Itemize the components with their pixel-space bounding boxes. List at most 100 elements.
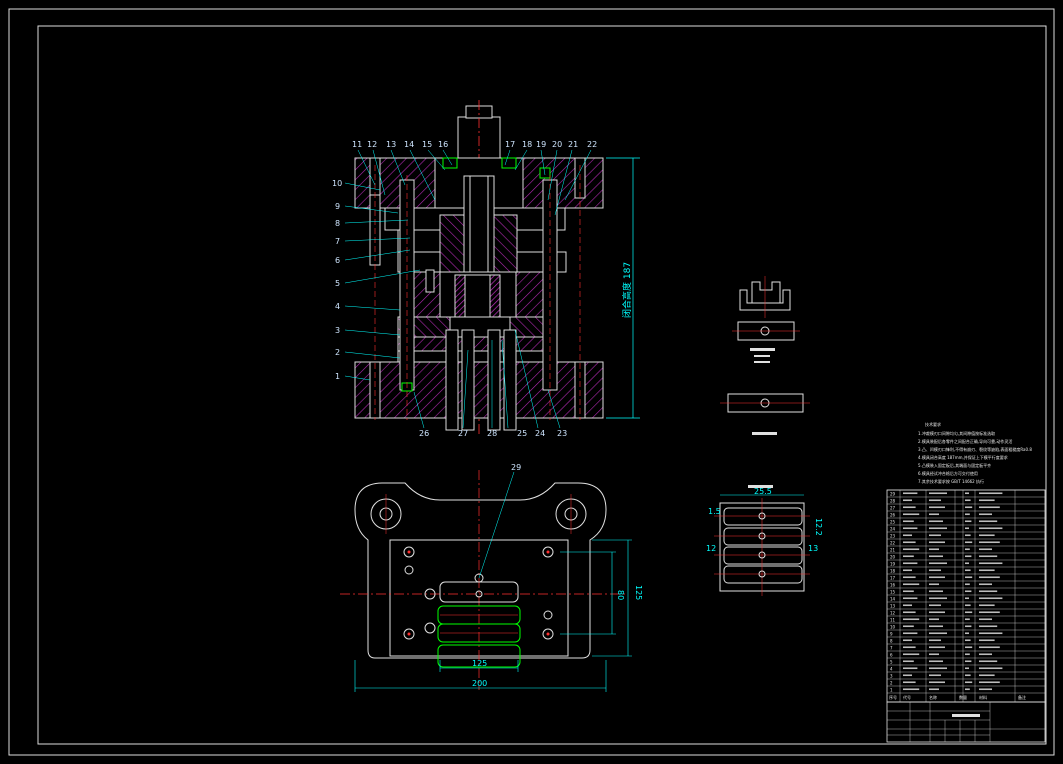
svg-text:13: 13 xyxy=(386,140,396,149)
bom-cell-text xyxy=(929,590,943,593)
svg-text:26: 26 xyxy=(419,429,429,438)
bom-cell-text xyxy=(903,562,918,565)
bom-cell-text xyxy=(929,660,943,663)
closed-height-dim: 闭合高度 187 xyxy=(621,262,633,318)
bom-cell-text xyxy=(965,576,973,579)
bom-cell-text xyxy=(979,639,995,642)
bom-cell-text xyxy=(965,555,972,558)
bom-cell-text xyxy=(965,562,969,565)
bom-cell-text xyxy=(979,576,1000,579)
bom-cell-text xyxy=(903,597,918,600)
strip-left-dim: 1.5 xyxy=(708,507,721,516)
strip-left-b-dim: 12 xyxy=(706,544,716,553)
bom-cell-text xyxy=(903,499,912,502)
svg-text:技术要求: 技术要求 xyxy=(925,421,941,427)
bom-cell-text xyxy=(979,611,1000,614)
bom-row-number: 14 xyxy=(890,596,896,601)
bom-cell-text xyxy=(903,520,914,523)
bom-cell-text xyxy=(965,513,970,516)
bom-cell-text xyxy=(979,688,992,691)
bom-cell-text xyxy=(903,506,916,509)
bom-cell-text xyxy=(979,513,992,516)
bom-row-number: 20 xyxy=(890,554,896,559)
bom-row-number: 9 xyxy=(890,631,893,636)
bom-cell-text xyxy=(903,632,918,635)
bom-cell-text xyxy=(903,527,918,530)
bom-cell-text xyxy=(979,520,998,523)
svg-text:14: 14 xyxy=(404,140,414,149)
svg-text:27: 27 xyxy=(458,429,468,438)
plan-view: 29 200 125 125 80 xyxy=(340,463,643,692)
bom-row-number: 6 xyxy=(890,652,893,657)
bom-cell-text xyxy=(979,681,1000,684)
bom-cell-text xyxy=(929,569,941,572)
bom-header: 序号 代号 名称 数量 材料 备注 xyxy=(889,694,1026,700)
bom-cell-text xyxy=(965,499,971,502)
bom-cell-text xyxy=(929,681,945,684)
svg-text:8: 8 xyxy=(335,219,340,228)
bom-cell-text xyxy=(965,632,969,635)
bom-row-number: 11 xyxy=(890,617,896,622)
svg-text:7: 7 xyxy=(335,237,340,246)
bom-cell-text xyxy=(979,499,995,502)
bom-cell-text xyxy=(903,541,916,544)
svg-text:24: 24 xyxy=(535,429,545,438)
bom-cell-text xyxy=(979,527,1003,530)
svg-text:2.模具装配后各零件之间配合正确,导向可靠,动作灵活: 2.模具装配后各零件之间配合正确,导向可靠,动作灵活 xyxy=(918,438,1012,444)
bom-row-number: 10 xyxy=(890,624,896,629)
bom-cell-text xyxy=(929,499,941,502)
bom-cell-text xyxy=(965,541,973,544)
bom-cell-text xyxy=(929,653,939,656)
bom-cell-text xyxy=(965,604,971,607)
svg-text:2: 2 xyxy=(335,348,340,357)
bom-cell-text xyxy=(979,667,1003,670)
bom-row-number: 15 xyxy=(890,589,896,594)
bom-cell-text xyxy=(903,653,920,656)
svg-text:数量: 数量 xyxy=(959,694,967,700)
bom-row-number: 7 xyxy=(890,645,893,650)
bom-cell-text xyxy=(929,492,947,495)
svg-text:23: 23 xyxy=(557,429,567,438)
bom-cell-text xyxy=(929,667,947,670)
bom-cell-text xyxy=(979,506,1000,509)
svg-text:3.凸、凹模刃口锋利,不得有崩刃、裂纹等缺陷,表面粗糙度Ra: 3.凸、凹模刃口锋利,不得有崩刃、裂纹等缺陷,表面粗糙度Ra0.8 xyxy=(918,446,1032,452)
bom-cell-text xyxy=(979,674,995,677)
bom-cell-text xyxy=(929,513,939,516)
bom-cell-text xyxy=(965,625,972,628)
bom-cell-text xyxy=(929,555,943,558)
strip-width-dim: 25.5 xyxy=(754,487,772,496)
bom-cell-text xyxy=(979,646,1000,649)
bom-cell-text xyxy=(929,688,939,691)
svg-text:4: 4 xyxy=(335,302,340,311)
svg-text:备注: 备注 xyxy=(1018,694,1026,700)
bom-cell-text xyxy=(903,688,920,691)
bom-row-number: 13 xyxy=(890,603,896,608)
bom-cell-text xyxy=(965,506,973,509)
bom-cell-text xyxy=(979,660,998,663)
bom-cell-text xyxy=(979,555,998,558)
bom-cell-text xyxy=(965,492,969,495)
svg-text:7.其余技术要求按 GB/T 14662 执行: 7.其余技术要求按 GB/T 14662 执行 xyxy=(918,478,984,484)
bom-cell-text xyxy=(965,674,971,677)
bom-cell-text xyxy=(929,674,941,677)
svg-text:22: 22 xyxy=(587,140,597,149)
bom-cell-text xyxy=(929,597,947,600)
bom-cell-text xyxy=(965,569,971,572)
bill-of-materials: 2928272625242322212019181716151413121110… xyxy=(886,489,1046,743)
bom-row-number: 24 xyxy=(890,526,896,531)
svg-text:5: 5 xyxy=(335,279,340,288)
bom-cell-text xyxy=(965,667,969,670)
svg-text:材料: 材料 xyxy=(979,694,987,700)
bom-cell-text xyxy=(929,534,941,537)
bom-cell-text xyxy=(903,576,916,579)
bom-cell-text xyxy=(929,583,939,586)
svg-text:6: 6 xyxy=(335,256,340,265)
bom-row-number: 16 xyxy=(890,582,896,587)
bom-cell-text xyxy=(903,681,916,684)
bom-row-number: 2 xyxy=(890,680,893,685)
section-view: 闭合高度 187 xyxy=(344,100,640,436)
svg-text:3: 3 xyxy=(335,326,340,335)
bom-cell-text xyxy=(979,583,992,586)
bom-cell-text xyxy=(903,534,912,537)
bom-cell-text xyxy=(979,618,992,621)
